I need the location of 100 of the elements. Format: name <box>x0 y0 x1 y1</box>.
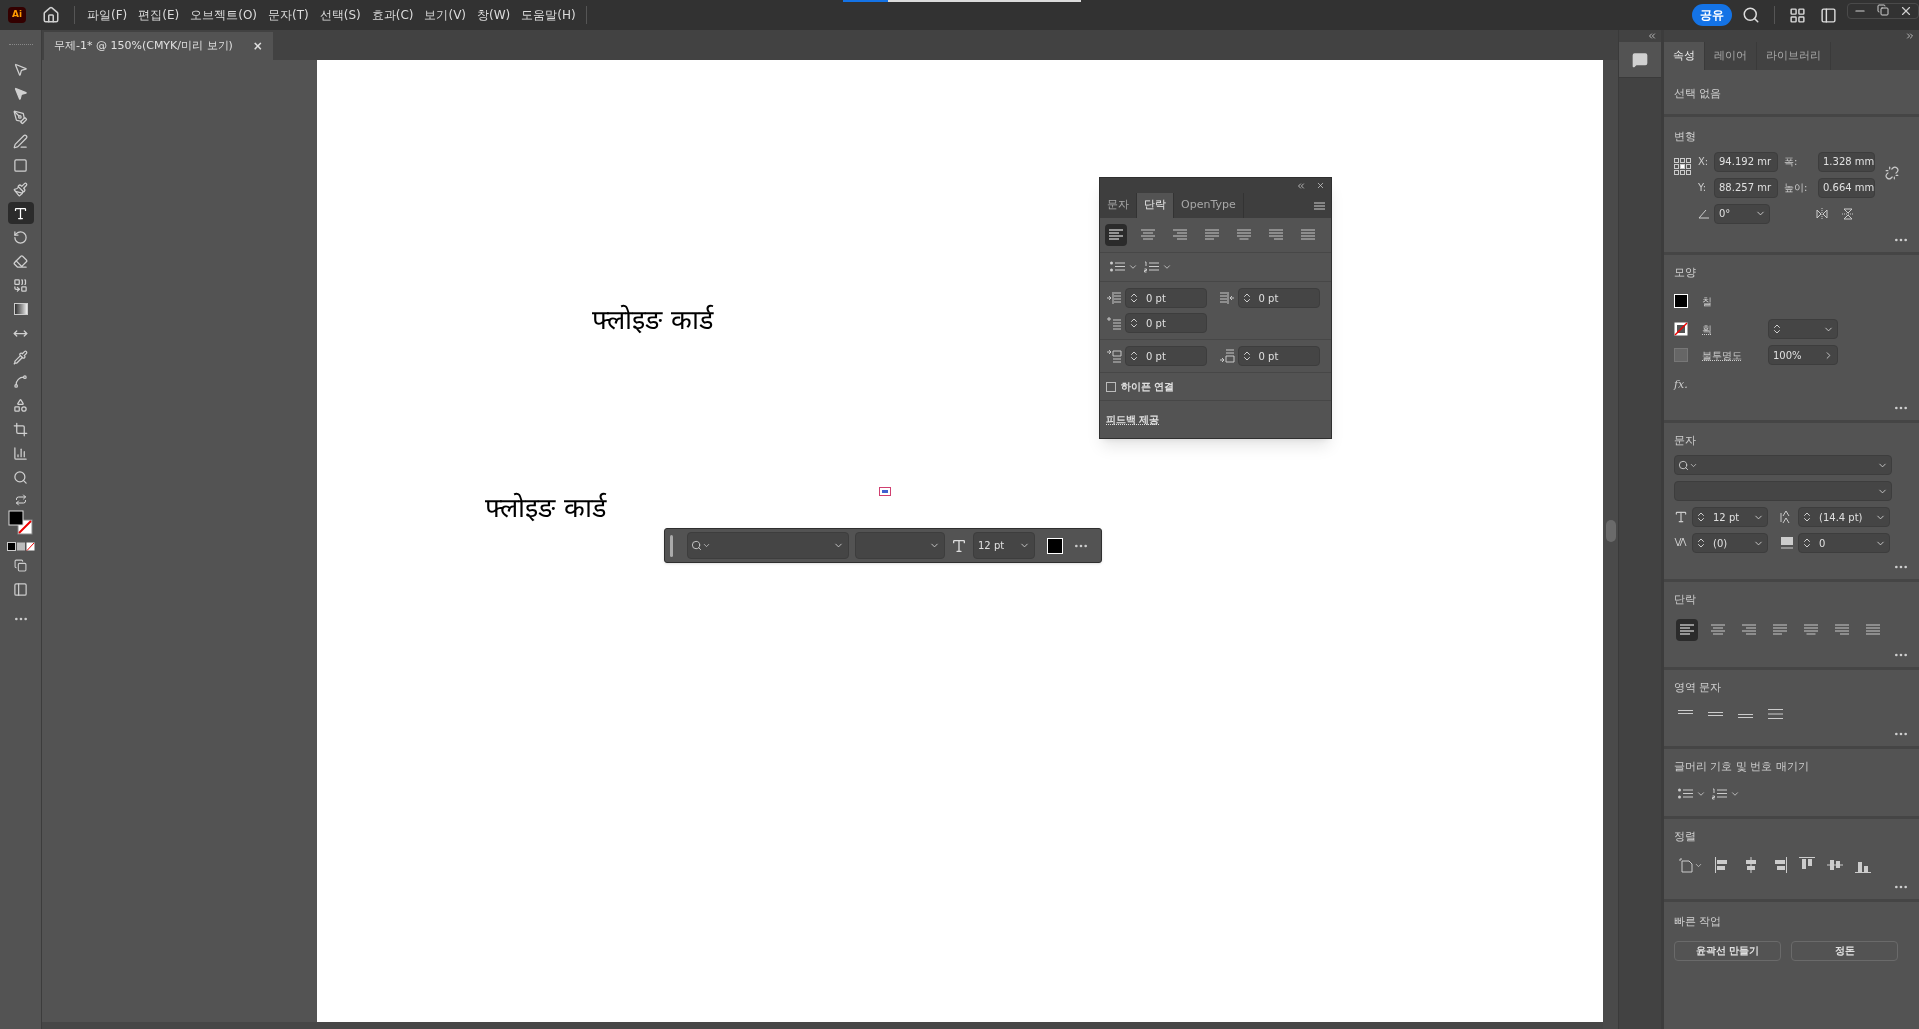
feedback-link[interactable]: 피드백 제공 <box>1106 414 1160 425</box>
gradient-square-icon <box>13 303 28 315</box>
align-button[interactable] <box>1676 618 1698 641</box>
y-field[interactable]: 88.257 mr <box>1714 177 1778 198</box>
quick-action-button[interactable]: 정돈 <box>1791 940 1898 961</box>
field-value: 0 pt <box>1145 349 1167 364</box>
reference-point-icon[interactable] <box>1674 157 1692 176</box>
menu-item[interactable]: 오브젝트(O) <box>190 6 258 24</box>
screen-mode-icon[interactable] <box>13 582 28 597</box>
tab-close-button[interactable]: × <box>252 37 263 55</box>
swap-colors-icon[interactable] <box>14 494 27 506</box>
flip-horizontal-icon[interactable] <box>1816 207 1828 220</box>
stepper-icon[interactable] <box>1695 537 1707 549</box>
indent-field[interactable]: 0 pt <box>1125 313 1207 333</box>
align-to-icon[interactable] <box>1678 857 1694 873</box>
horizontal-scrollbar[interactable] <box>42 1022 1603 1029</box>
collapse-icon[interactable] <box>1296 180 1306 191</box>
menu-item[interactable]: 파일(F) <box>87 6 128 24</box>
bullet-list-icon[interactable] <box>1110 261 1126 273</box>
bar-graph-icon <box>13 445 28 461</box>
menu-item[interactable]: 창(W) <box>477 6 511 24</box>
menu-item[interactable]: 편집(E) <box>138 6 180 24</box>
field-value: 0 pt <box>1257 349 1280 364</box>
close-icon[interactable] <box>1899 4 1913 18</box>
collapse-panel-icon[interactable] <box>1647 31 1657 41</box>
menu-item[interactable]: 효과(C) <box>371 6 414 24</box>
panel-layout-icon[interactable] <box>1820 6 1837 24</box>
panel-tab[interactable]: 단락 <box>1137 193 1174 218</box>
align-objects-icon[interactable] <box>1743 857 1759 873</box>
field-label: 불투명도 <box>1702 348 1743 363</box>
tool-button[interactable] <box>7 202 34 224</box>
share-button[interactable]: 공유 <box>1692 4 1732 26</box>
font-family-field[interactable] <box>1674 455 1892 475</box>
menu-item[interactable]: 선택(S) <box>319 6 361 24</box>
menu-item[interactable]: 문자(T) <box>268 6 309 24</box>
document-tab-title: 무제-1* @ 150%(CMYK/미리 보기) <box>54 37 233 54</box>
kerning-field[interactable]: (0) <box>1692 533 1768 553</box>
draw-mode-icon[interactable] <box>14 559 27 572</box>
align-objects-icon[interactable] <box>1827 857 1843 873</box>
dropdown-caret-icon[interactable] <box>1128 262 1138 272</box>
color-mode-icon[interactable] <box>6 542 35 551</box>
drag-handle[interactable] <box>670 534 673 557</box>
stroke-weight-field[interactable] <box>1768 319 1838 339</box>
rotate-icon <box>13 229 28 245</box>
section-title: 정렬 <box>1674 828 1697 845</box>
stepper-icon[interactable] <box>1128 350 1140 362</box>
fill-stroke-swatch-icon[interactable] <box>7 510 34 536</box>
numbered-list-icon[interactable] <box>1144 261 1160 273</box>
indent-icon <box>1106 349 1122 363</box>
stepper-icon[interactable] <box>1771 323 1783 335</box>
panel-tab[interactable]: 라이브러리 <box>1757 42 1831 70</box>
font-style-field[interactable] <box>1674 481 1892 501</box>
font-style-field[interactable] <box>855 532 945 559</box>
effects-button[interactable]: fx. <box>1674 377 1688 394</box>
panel-tab[interactable]: 속성 <box>1664 42 1705 70</box>
unlink-icon[interactable] <box>1885 165 1899 180</box>
x-field[interactable]: 94.192 mr <box>1714 151 1778 172</box>
stepper-icon[interactable] <box>1128 292 1140 304</box>
panel-tab[interactable]: 레이어 <box>1705 42 1757 70</box>
search-icon[interactable] <box>1742 6 1760 24</box>
spacing-field[interactable]: 0 pt <box>1125 346 1207 366</box>
font-size-field[interactable]: 12 pt <box>1692 507 1768 527</box>
font-size-field[interactable]: 12 pt <box>973 532 1035 559</box>
stepper-icon[interactable] <box>1128 317 1140 329</box>
menu-item[interactable]: 보기(V) <box>424 6 467 24</box>
opacity-field[interactable]: 100% <box>1768 345 1838 365</box>
dropdown-caret-icon[interactable] <box>1162 262 1172 272</box>
panel-tab[interactable]: OpenType <box>1174 193 1244 218</box>
hyphenate-checkbox[interactable] <box>1106 381 1116 392</box>
restore-icon[interactable] <box>1877 4 1889 16</box>
flip-vertical-icon[interactable] <box>1842 207 1854 220</box>
workspace-icon[interactable] <box>1789 6 1806 24</box>
align-button[interactable] <box>1105 224 1127 246</box>
quick-action-button[interactable]: 윤곽선 만들기 <box>1674 940 1781 961</box>
font-family-field[interactable] <box>687 532 849 559</box>
angle-field[interactable]: 0° <box>1714 203 1770 224</box>
fill-swatch[interactable] <box>1674 294 1688 308</box>
panel-menu-icon[interactable] <box>1314 201 1325 210</box>
section-title: 문자 <box>1674 432 1697 449</box>
document-tab[interactable]: 무제-1* @ 150%(CMYK/미리 보기) × <box>44 32 273 60</box>
indent-field[interactable]: 0 pt <box>1125 288 1207 308</box>
stepper-icon[interactable] <box>1801 537 1813 549</box>
vertical-align-icon[interactable] <box>1768 708 1784 720</box>
indent-field[interactable]: 0 pt <box>1237 288 1320 308</box>
spacing-field[interactable]: 0 pt <box>1237 346 1320 366</box>
menu-item[interactable]: 도움말(H) <box>521 6 576 24</box>
expand-panel-icon[interactable] <box>1905 31 1915 41</box>
stroke-swatch[interactable] <box>1674 322 1688 336</box>
home-icon[interactable] <box>42 6 60 24</box>
comments-icon[interactable] <box>1632 51 1648 68</box>
tracking-field[interactable]: 0 <box>1798 533 1890 553</box>
numbered-list-icon[interactable] <box>1712 787 1728 800</box>
bullet-list-icon[interactable] <box>1678 787 1694 800</box>
stepper-icon[interactable] <box>1695 511 1707 523</box>
leading-field[interactable]: (14.4 pt) <box>1798 507 1890 527</box>
fill-swatch[interactable] <box>1047 537 1063 554</box>
close-icon[interactable] <box>1316 181 1325 190</box>
paragraph-align-icon <box>1141 229 1155 241</box>
stepper-icon[interactable] <box>1801 511 1813 523</box>
vertical-scrollbar[interactable] <box>1603 60 1618 1029</box>
